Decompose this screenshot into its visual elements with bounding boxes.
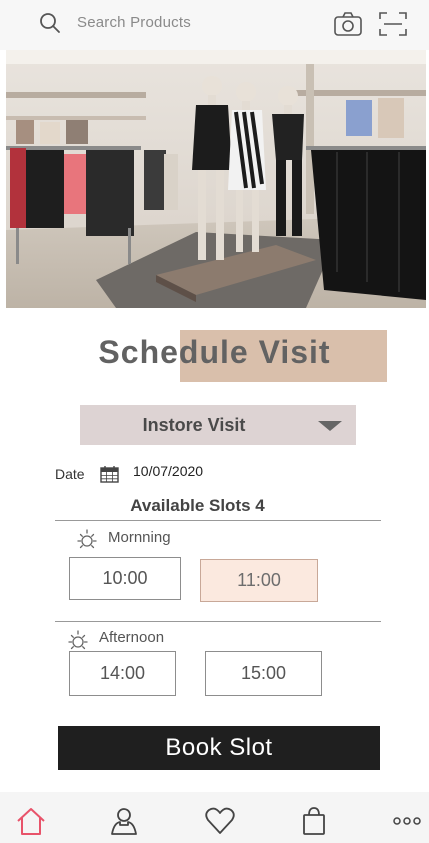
scan-icon[interactable] <box>378 10 408 38</box>
search-input[interactable]: Search Products <box>77 14 191 31</box>
available-slots-label: Available Slots 4 <box>130 496 265 515</box>
book-slot-button[interactable]: Book Slot <box>58 726 380 770</box>
more-icon[interactable] <box>392 806 424 836</box>
divider <box>55 520 381 521</box>
sun-icon <box>77 529 97 549</box>
chevron-down-icon[interactable] <box>318 421 342 431</box>
slot-15-00[interactable]: 15:00 <box>205 651 322 696</box>
wishlist-icon[interactable] <box>204 806 236 836</box>
page-title: Schedule Visit <box>98 334 331 370</box>
visit-type-selected: Instore Visit <box>142 415 246 435</box>
camera-icon[interactable] <box>333 11 363 37</box>
search-icon[interactable] <box>38 11 62 35</box>
bag-icon[interactable] <box>298 806 330 836</box>
sun-icon <box>68 630 88 650</box>
slot-11-00[interactable]: 11:00 <box>200 559 318 602</box>
home-icon[interactable] <box>15 806 47 836</box>
calendar-icon[interactable] <box>100 465 119 483</box>
date-label: Date <box>55 466 85 482</box>
top-search-bar: Search Products <box>0 0 429 50</box>
divider <box>55 621 381 622</box>
profile-icon[interactable] <box>108 806 140 836</box>
store-hero-image <box>6 50 426 308</box>
slot-10-00[interactable]: 10:00 <box>69 557 181 600</box>
slot-14-00[interactable]: 14:00 <box>69 651 176 696</box>
date-value[interactable]: 10/07/2020 <box>133 463 203 479</box>
title-area: Schedule Visit <box>0 328 429 384</box>
morning-label: Mornning <box>108 529 171 546</box>
visit-type-dropdown[interactable]: Instore Visit <box>80 405 356 445</box>
afternoon-label: Afternoon <box>99 629 165 646</box>
